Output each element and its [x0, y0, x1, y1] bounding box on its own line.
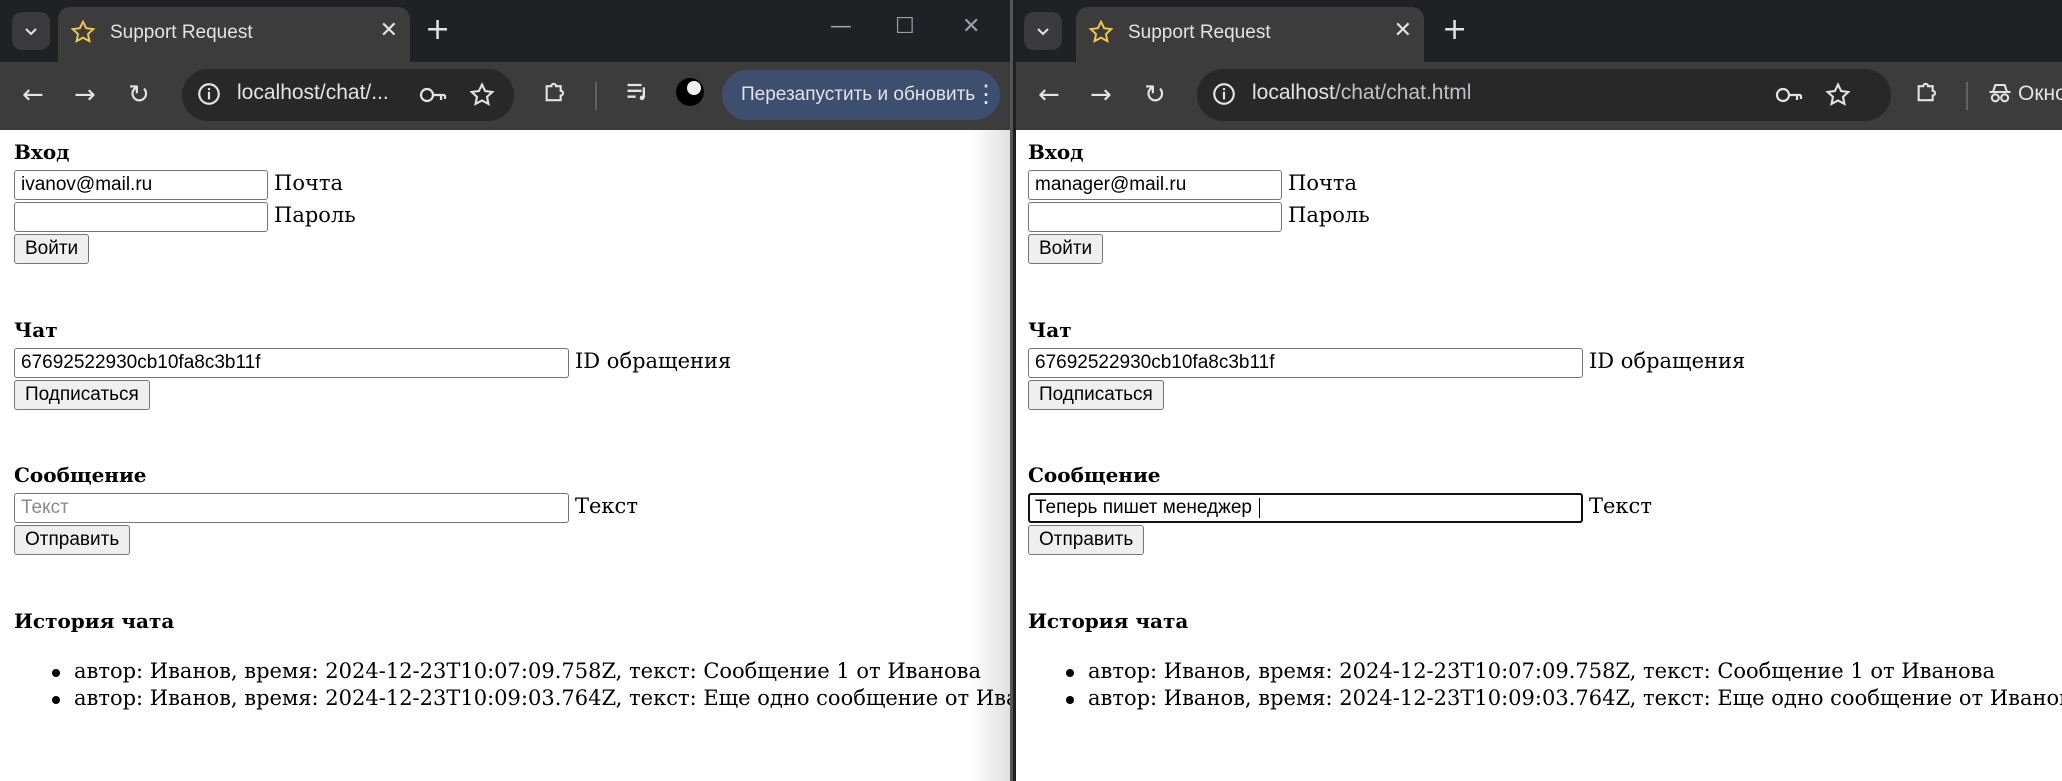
subscribe-button[interactable]: Подписаться	[14, 380, 150, 410]
tab-support-request[interactable]: Support Request ✕	[58, 7, 410, 62]
incognito-window-label[interactable]: Окно	[2018, 82, 2062, 106]
star-icon[interactable]	[468, 81, 496, 109]
arrow-left-icon[interactable]: ←	[22, 80, 44, 110]
close-icon[interactable]: ✕	[380, 19, 398, 43]
list-item: автор: Иванов, время: 2024-12-23T10:09:0…	[1028, 686, 2062, 713]
toolbar-separator	[595, 82, 597, 110]
page-content: Вход manager@mail.ru Почта Пароль Войти …	[1016, 130, 2062, 781]
browser-window-left: Support Request ✕ + — ☐ ✕ ← → ↻ localhos…	[0, 0, 1013, 781]
browser-window-right: Support Request ✕ + ← → ↻ localhost/chat…	[1016, 0, 2062, 781]
url-path: /chat/chat.html	[1334, 81, 1472, 104]
puzzle-icon[interactable]	[1914, 78, 1942, 106]
subscribe-button[interactable]: Подписаться	[1028, 380, 1164, 410]
browser-toolbar: ← → ↻ localhost/chat/... Перезапустить и…	[0, 62, 1010, 130]
list-item: автор: Иванов, время: 2024-12-23T10:09:0…	[14, 686, 1010, 713]
star-icon[interactable]	[1824, 81, 1852, 109]
reload-icon[interactable]: ↻	[128, 80, 150, 110]
info-icon[interactable]	[1211, 81, 1237, 107]
key-icon[interactable]	[418, 83, 448, 107]
chevron-down-icon	[25, 28, 37, 36]
message-heading: Сообщение	[14, 463, 147, 487]
tab-strip: Support Request ✕ +	[1016, 0, 2062, 62]
chat-id-field[interactable]: 67692522930cb10fa8c3b11f	[1028, 348, 1583, 378]
history-heading: История чата	[1028, 609, 1189, 633]
tab-title: Support Request	[1128, 22, 1271, 43]
login-heading: Вход	[14, 140, 70, 164]
relaunch-label: Перезапустить и обновить	[741, 84, 976, 105]
plus-icon[interactable]: +	[425, 14, 450, 46]
star-icon	[1088, 19, 1114, 43]
list-item: автор: Иванов, время: 2024-12-23T10:07:0…	[14, 659, 1010, 686]
text-cursor	[1259, 497, 1261, 518]
close-icon[interactable]: ✕	[1394, 19, 1412, 43]
chat-heading: Чат	[1028, 318, 1072, 342]
address-bar[interactable]: localhost/chat/chat.html	[1197, 69, 1891, 121]
tab-search-button[interactable]	[12, 12, 50, 50]
chat-id-field[interactable]: 67692522930cb10fa8c3b11f	[14, 348, 569, 378]
email-field[interactable]: ivanov@mail.ru	[14, 170, 268, 200]
email-label: Почта	[1288, 171, 1357, 195]
chat-id-label: ID обращения	[1589, 349, 1746, 373]
maximize-icon[interactable]: ☐	[895, 14, 915, 39]
login-button[interactable]: Войти	[1028, 234, 1104, 264]
puzzle-icon[interactable]	[542, 78, 570, 106]
message-label: Текст	[1589, 494, 1652, 518]
media-control-icon[interactable]	[624, 78, 652, 106]
message-input-value: Теперь пишет менеджер	[1035, 497, 1258, 518]
tab-search-button[interactable]	[1024, 12, 1062, 50]
message-input[interactable]: Теперь пишет менеджер	[1028, 493, 1583, 523]
plus-icon[interactable]: +	[1442, 14, 1467, 46]
send-button[interactable]: Отправить	[1028, 525, 1145, 555]
password-field[interactable]	[1028, 202, 1282, 232]
password-field[interactable]	[14, 202, 268, 232]
minimize-icon[interactable]: —	[830, 14, 852, 39]
email-field[interactable]: manager@mail.ru	[1028, 170, 1282, 200]
chat-history-list: автор: Иванов, время: 2024-12-23T10:07:0…	[1028, 659, 2062, 713]
page-content: Вход ivanov@mail.ru Почта Пароль Войти Ч…	[0, 130, 1010, 781]
close-window-icon[interactable]: ✕	[962, 14, 980, 39]
url-host: localhost	[1252, 81, 1335, 104]
key-icon[interactable]	[1774, 83, 1804, 107]
toolbar-separator	[1966, 82, 1968, 110]
address-bar[interactable]: localhost/chat/...	[182, 69, 514, 121]
kebab-menu-icon[interactable]: ⋮	[974, 80, 998, 109]
browser-toolbar: ← → ↻ localhost/chat/chat.html Окно	[1016, 62, 2062, 130]
arrow-right-icon[interactable]: →	[1090, 80, 1112, 110]
arrow-left-icon[interactable]: ←	[1038, 80, 1060, 110]
chevron-down-icon	[1037, 28, 1049, 36]
login-button[interactable]: Войти	[14, 234, 90, 264]
arrow-right-icon[interactable]: →	[74, 80, 96, 110]
tab-title: Support Request	[110, 22, 253, 43]
chat-heading: Чат	[14, 318, 58, 342]
list-item: автор: Иванов, время: 2024-12-23T10:07:0…	[1028, 659, 2062, 686]
url-text: localhost/chat/...	[237, 81, 389, 104]
incognito-icon	[1989, 83, 2011, 103]
star-icon	[70, 19, 96, 43]
message-input[interactable]: Текст	[14, 493, 569, 523]
history-heading: История чата	[14, 609, 175, 633]
reload-icon[interactable]: ↻	[1144, 80, 1166, 110]
email-label: Почта	[274, 171, 343, 195]
send-button[interactable]: Отправить	[14, 525, 131, 555]
password-label: Пароль	[1288, 203, 1370, 227]
message-label: Текст	[575, 494, 638, 518]
relaunch-button[interactable]: Перезапустить и обновить ⋮	[722, 70, 1000, 120]
chat-id-label: ID обращения	[575, 349, 732, 373]
login-heading: Вход	[1028, 140, 1084, 164]
message-heading: Сообщение	[1028, 463, 1161, 487]
info-icon[interactable]	[196, 81, 222, 107]
url-text: localhost/chat/chat.html	[1252, 81, 1471, 105]
profile-icon[interactable]	[674, 76, 706, 108]
window-edge-shadow	[970, 130, 1010, 781]
tab-strip: Support Request ✕ + — ☐ ✕	[0, 0, 1010, 62]
chat-history-list: автор: Иванов, время: 2024-12-23T10:07:0…	[14, 659, 1010, 713]
password-label: Пароль	[274, 203, 356, 227]
tab-support-request[interactable]: Support Request ✕	[1076, 7, 1424, 62]
